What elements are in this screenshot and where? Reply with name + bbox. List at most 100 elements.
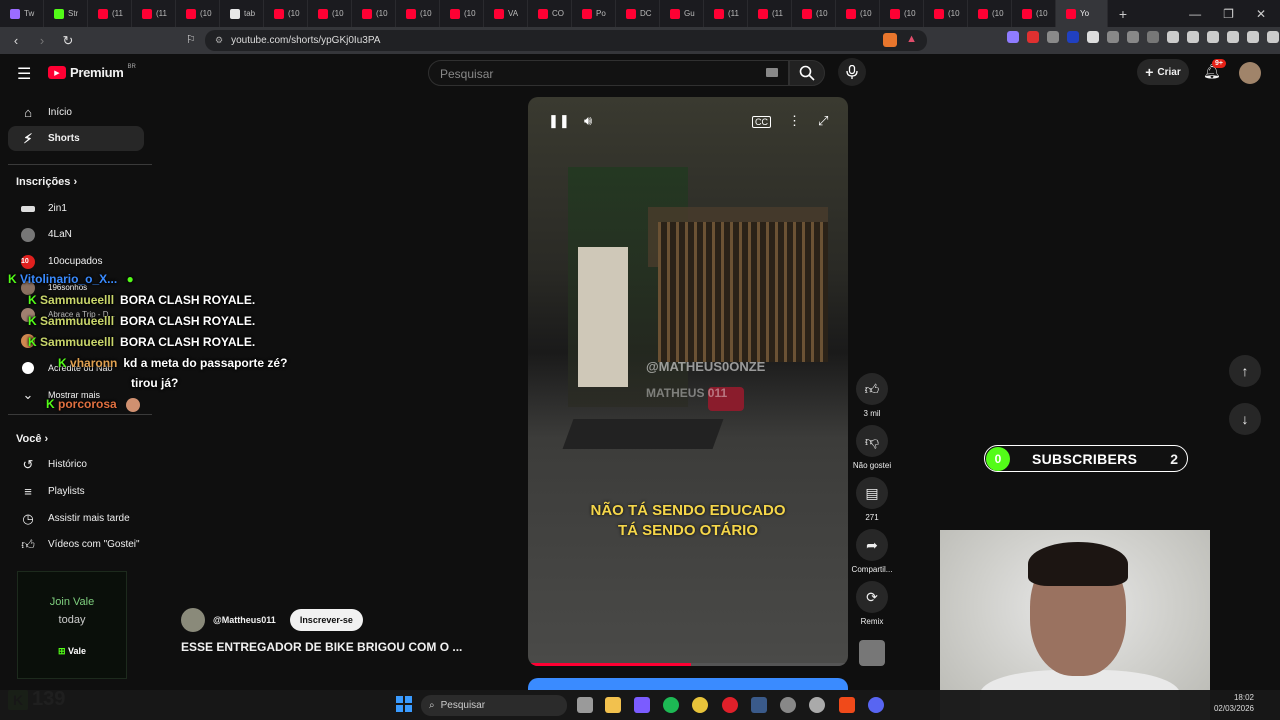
voice-search-button[interactable]	[838, 58, 866, 86]
brave-shield-icon[interactable]	[883, 33, 897, 47]
search-button[interactable]	[789, 60, 825, 86]
browser-tab[interactable]: tab	[220, 0, 264, 27]
discord-icon[interactable]	[868, 697, 884, 713]
leo-icon[interactable]	[1227, 31, 1239, 43]
browser-tab[interactable]: Str	[44, 0, 88, 27]
puzzle-icon[interactable]	[1127, 31, 1139, 43]
browser-tab[interactable]: (11	[704, 0, 748, 27]
sidebar-item-liked-videos[interactable]: 👍︎ Vídeos com "Gostei"	[8, 532, 144, 557]
obs-icon[interactable]	[780, 697, 796, 713]
sidebar-item-subscription[interactable]: 10 10ocupados	[8, 249, 144, 274]
browser-tab[interactable]: (10	[924, 0, 968, 27]
browser-tab[interactable]: (11	[88, 0, 132, 27]
extension-icon[interactable]	[1087, 31, 1099, 43]
browser-tab[interactable]: Yo	[1056, 0, 1108, 27]
remix-button[interactable]: ⟳ Remix	[851, 581, 893, 626]
sidebar-icon[interactable]	[1187, 31, 1199, 43]
browser-tab[interactable]: (10	[836, 0, 880, 27]
browser-tab[interactable]: (10	[880, 0, 924, 27]
taskbar-search[interactable]: ⌕ Pesquisar	[421, 695, 567, 716]
sidebar-item-playlists[interactable]: ≡ Playlists	[8, 479, 144, 504]
pause-icon[interactable]: ❚❚	[548, 113, 570, 129]
sidebar-item-watch-later[interactable]: ◷ Assistir mais tarde	[8, 506, 144, 531]
fullscreen-icon[interactable]: ⤢	[818, 113, 828, 129]
browser-tab[interactable]: Tw	[0, 0, 44, 27]
menu-icon[interactable]	[1267, 31, 1279, 43]
youtube-logo[interactable]: ▶ Premium BR	[48, 64, 136, 80]
next-video-preview[interactable]	[528, 678, 848, 690]
browser-tab[interactable]: (10	[352, 0, 396, 27]
like-button[interactable]: 👍︎ 3 mil	[851, 373, 893, 418]
create-button[interactable]: + Criar	[1137, 59, 1189, 85]
rewards-icon[interactable]: ▲	[906, 33, 917, 45]
extension-icon[interactable]	[1027, 31, 1039, 43]
account-avatar[interactable]	[1239, 62, 1261, 84]
vpn-icon[interactable]	[1247, 31, 1259, 43]
shorts-video-player[interactable]: ❚❚ 🔊︎ CC ⋮ ⤢ @MATHEUS0ONZE MATHEUS 011 N…	[528, 97, 848, 666]
subscribe-button[interactable]: Inscrever-se	[289, 609, 363, 631]
close-window-icon[interactable]: ✕	[1256, 7, 1266, 21]
volume-icon[interactable]: 🔊︎	[584, 113, 592, 129]
forward-icon[interactable]: ›	[32, 33, 52, 48]
browser-tab[interactable]: (10	[440, 0, 484, 27]
browser-tab[interactable]: VA	[484, 0, 528, 27]
next-short-button[interactable]: ↓	[1229, 403, 1261, 435]
previous-short-button[interactable]: ↑	[1229, 355, 1261, 387]
search-input[interactable]: Pesquisar	[428, 60, 789, 86]
chrome-icon[interactable]	[692, 697, 708, 713]
browser-tab[interactable]: (10	[1012, 0, 1056, 27]
channel-name[interactable]: @Mattheus011	[213, 615, 276, 625]
share-button[interactable]: ➦ Compartil...	[851, 529, 893, 574]
minimize-icon[interactable]: —	[1189, 7, 1201, 21]
task-view-icon[interactable]	[577, 697, 593, 713]
browser-tab[interactable]: (10	[264, 0, 308, 27]
sidebar-item-history[interactable]: ↺ Histórico	[8, 452, 144, 477]
captions-icon[interactable]: CC	[752, 116, 771, 128]
more-options-icon[interactable]: ⋮	[788, 113, 801, 129]
extension-icon[interactable]	[1047, 31, 1059, 43]
browser-tab[interactable]: Gu	[660, 0, 704, 27]
comments-button[interactable]: ▤ 271	[851, 477, 893, 522]
app-icon[interactable]	[809, 697, 825, 713]
app-icon[interactable]	[634, 697, 650, 713]
sound-thumbnail[interactable]	[859, 640, 885, 666]
browser-tab[interactable]: (11	[132, 0, 176, 27]
bookmark-icon[interactable]: ⚐	[186, 33, 196, 46]
browser-tab[interactable]: Po	[572, 0, 616, 27]
spotify-icon[interactable]	[663, 697, 679, 713]
browser-tab[interactable]: DC	[616, 0, 660, 27]
new-tab-button[interactable]: +	[1108, 6, 1138, 22]
browser-tab[interactable]: (10	[968, 0, 1012, 27]
windows-start-icon[interactable]	[396, 696, 412, 712]
reload-icon[interactable]: ↻	[58, 33, 78, 49]
extension-icon[interactable]	[1067, 31, 1079, 43]
video-title[interactable]: ESSE ENTREGADOR DE BIKE BRIGOU COM O ...	[181, 640, 462, 654]
file-explorer-icon[interactable]	[605, 697, 621, 713]
extension-icon[interactable]	[1007, 31, 1019, 43]
extension-icon[interactable]	[1107, 31, 1119, 43]
browser-tab[interactable]: (10	[176, 0, 220, 27]
sidebar-item-shorts[interactable]: ⚡︎ Shorts	[8, 126, 144, 151]
browser-tab[interactable]: (10	[396, 0, 440, 27]
back-icon[interactable]: ‹	[6, 33, 26, 48]
browser-tab[interactable]: CO	[528, 0, 572, 27]
address-bar[interactable]: ⚙ youtube.com/shorts/ypGKj0Iu3PA ▲	[205, 30, 927, 51]
hamburger-menu-icon[interactable]: ☰	[17, 64, 31, 84]
sidebar-item-home[interactable]: ⌂ Início	[8, 100, 144, 125]
progress-track[interactable]	[528, 663, 848, 666]
keyboard-icon[interactable]	[766, 68, 778, 77]
wallet-icon[interactable]	[1207, 31, 1219, 43]
sidebar-item-subscription[interactable]: 2in1	[8, 196, 144, 221]
restore-icon[interactable]: ❐	[1223, 7, 1234, 21]
steam-icon[interactable]	[751, 697, 767, 713]
subscriptions-heading[interactable]: Inscrições ›	[16, 176, 77, 188]
browser-tab[interactable]: (10	[308, 0, 352, 27]
dislike-button[interactable]: 👎︎ Não gostei	[851, 425, 893, 470]
channel-avatar[interactable]	[181, 608, 205, 632]
site-info-icon[interactable]: ⚙	[215, 35, 223, 46]
browser-tab[interactable]: (11	[748, 0, 792, 27]
system-clock[interactable]: 18:02 02/03/2026	[1206, 692, 1254, 714]
brave-icon[interactable]	[839, 697, 855, 713]
you-heading[interactable]: Você ›	[16, 433, 48, 445]
media-icon[interactable]	[1167, 31, 1179, 43]
